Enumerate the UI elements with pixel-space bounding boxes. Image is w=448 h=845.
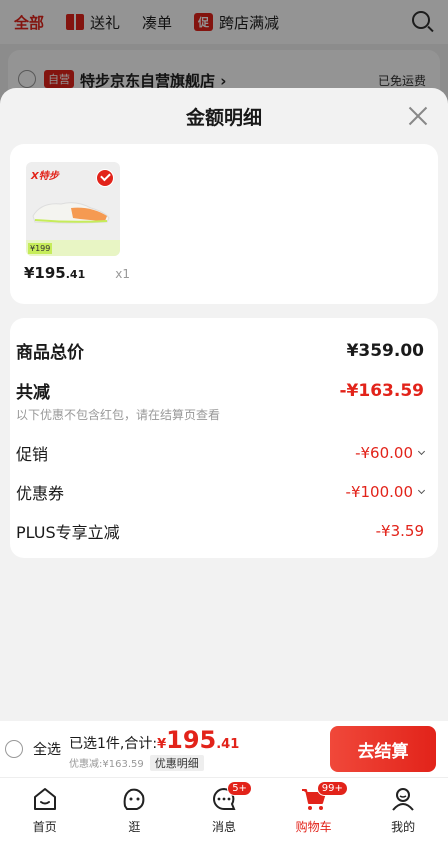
checked-icon[interactable] xyxy=(96,169,114,187)
product-price-row: ¥195 .41 x1 xyxy=(24,264,424,282)
checkout-bar: 全选 已选1件,合计: ¥ 195 .41 优惠减:¥163.59 优惠明细 去… xyxy=(0,721,448,777)
home-icon xyxy=(33,788,56,810)
product-price-dec: .41 xyxy=(65,268,86,281)
checkout-button[interactable]: 去结算 xyxy=(330,726,436,772)
total-price-value: ¥359.00 xyxy=(346,340,424,361)
discount-label: 共减 xyxy=(16,383,50,403)
tab-browse[interactable]: 逛 xyxy=(90,778,180,845)
total-currency: ¥ xyxy=(157,736,167,752)
coupon-row[interactable]: 优惠券 -¥100.00 xyxy=(16,480,426,504)
total-line: 已选1件,合计: ¥ 195 .41 xyxy=(69,728,239,753)
tab-messages[interactable]: 5+ 消息 xyxy=(179,778,269,845)
promo-amount: -¥60.00 xyxy=(355,444,413,462)
total-price-label: 商品总价 xyxy=(16,343,84,363)
amount-detail-sheet: 金额明细 X特步 ¥199 ¥195 .41 x1 商品总价 ¥359.00 共… xyxy=(0,88,448,721)
promo-value: -¥60.00 xyxy=(355,444,426,462)
discount-detail-button[interactable]: 优惠明细 xyxy=(149,754,204,771)
discount-summary: 优惠减:¥163.59 xyxy=(69,759,144,770)
total-summary: 已选1件,合计: ¥ 195 .41 优惠减:¥163.59 优惠明细 xyxy=(69,728,239,771)
product-card: X特步 ¥199 ¥195 .41 x1 xyxy=(10,144,438,304)
plus-row: PLUS专享立减 -¥3.59 xyxy=(16,519,424,543)
tab-browse-label: 逛 xyxy=(128,820,141,834)
tab-messages-label: 消息 xyxy=(211,820,236,834)
browse-face-icon xyxy=(124,788,145,810)
discount-row: 共减 -¥163.59 xyxy=(16,378,425,404)
sheet-header: 金额明细 xyxy=(0,88,448,144)
tab-profile-label: 我的 xyxy=(391,820,416,834)
product-price-int: ¥195 xyxy=(24,264,66,282)
plus-value: -¥3.59 xyxy=(375,522,424,540)
tab-profile[interactable]: 我的 xyxy=(358,778,448,845)
summary-text: 已选1件,合计: xyxy=(69,735,158,752)
promo-row[interactable]: 促销 -¥60.00 xyxy=(16,441,426,465)
shoe-image xyxy=(32,202,110,224)
cart-badge: 99+ xyxy=(316,781,348,796)
coupon-value: -¥100.00 xyxy=(345,483,426,501)
image-price-tag: ¥199 xyxy=(28,243,53,254)
tab-cart-label: 购物车 xyxy=(295,820,332,834)
coupon-amount: -¥100.00 xyxy=(345,483,413,501)
discount-value: -¥163.59 xyxy=(339,380,425,401)
plus-label: PLUS专享立减 xyxy=(16,523,120,542)
total-dec: .41 xyxy=(216,736,240,752)
product-image[interactable]: X特步 ¥199 xyxy=(26,162,120,256)
sheet-title: 金额明细 xyxy=(185,106,262,129)
total-price-row: 商品总价 ¥359.00 xyxy=(16,338,424,364)
brand-logo: X特步 xyxy=(31,171,59,182)
discount-note: 以下优惠不包含红包，请在结算页查看 xyxy=(16,408,221,422)
tab-home-label: 首页 xyxy=(32,820,57,834)
profile-icon xyxy=(392,788,414,811)
tab-cart[interactable]: 99+ 购物车 xyxy=(269,778,359,845)
messages-badge: 5+ xyxy=(227,781,252,796)
product-quantity: x1 xyxy=(115,267,130,281)
tab-home[interactable]: 首页 xyxy=(0,778,90,845)
select-all-label[interactable]: 全选 xyxy=(33,739,61,759)
discount-line: 优惠减:¥163.59 优惠明细 xyxy=(69,754,239,771)
chevron-down-icon[interactable] xyxy=(417,486,426,494)
bottom-tab-bar: 首页 逛 5+ 消息 99+ 购物车 我的 xyxy=(0,777,448,845)
total-int: 195 xyxy=(166,725,217,754)
coupon-label: 优惠券 xyxy=(16,484,65,503)
price-breakdown: 商品总价 ¥359.00 共减 -¥163.59 以下优惠不包含红包，请在结算页… xyxy=(10,318,438,558)
chevron-down-icon[interactable] xyxy=(417,447,426,455)
select-all-radio[interactable] xyxy=(5,740,23,758)
promo-label: 促销 xyxy=(16,445,49,464)
close-icon[interactable] xyxy=(408,106,428,126)
